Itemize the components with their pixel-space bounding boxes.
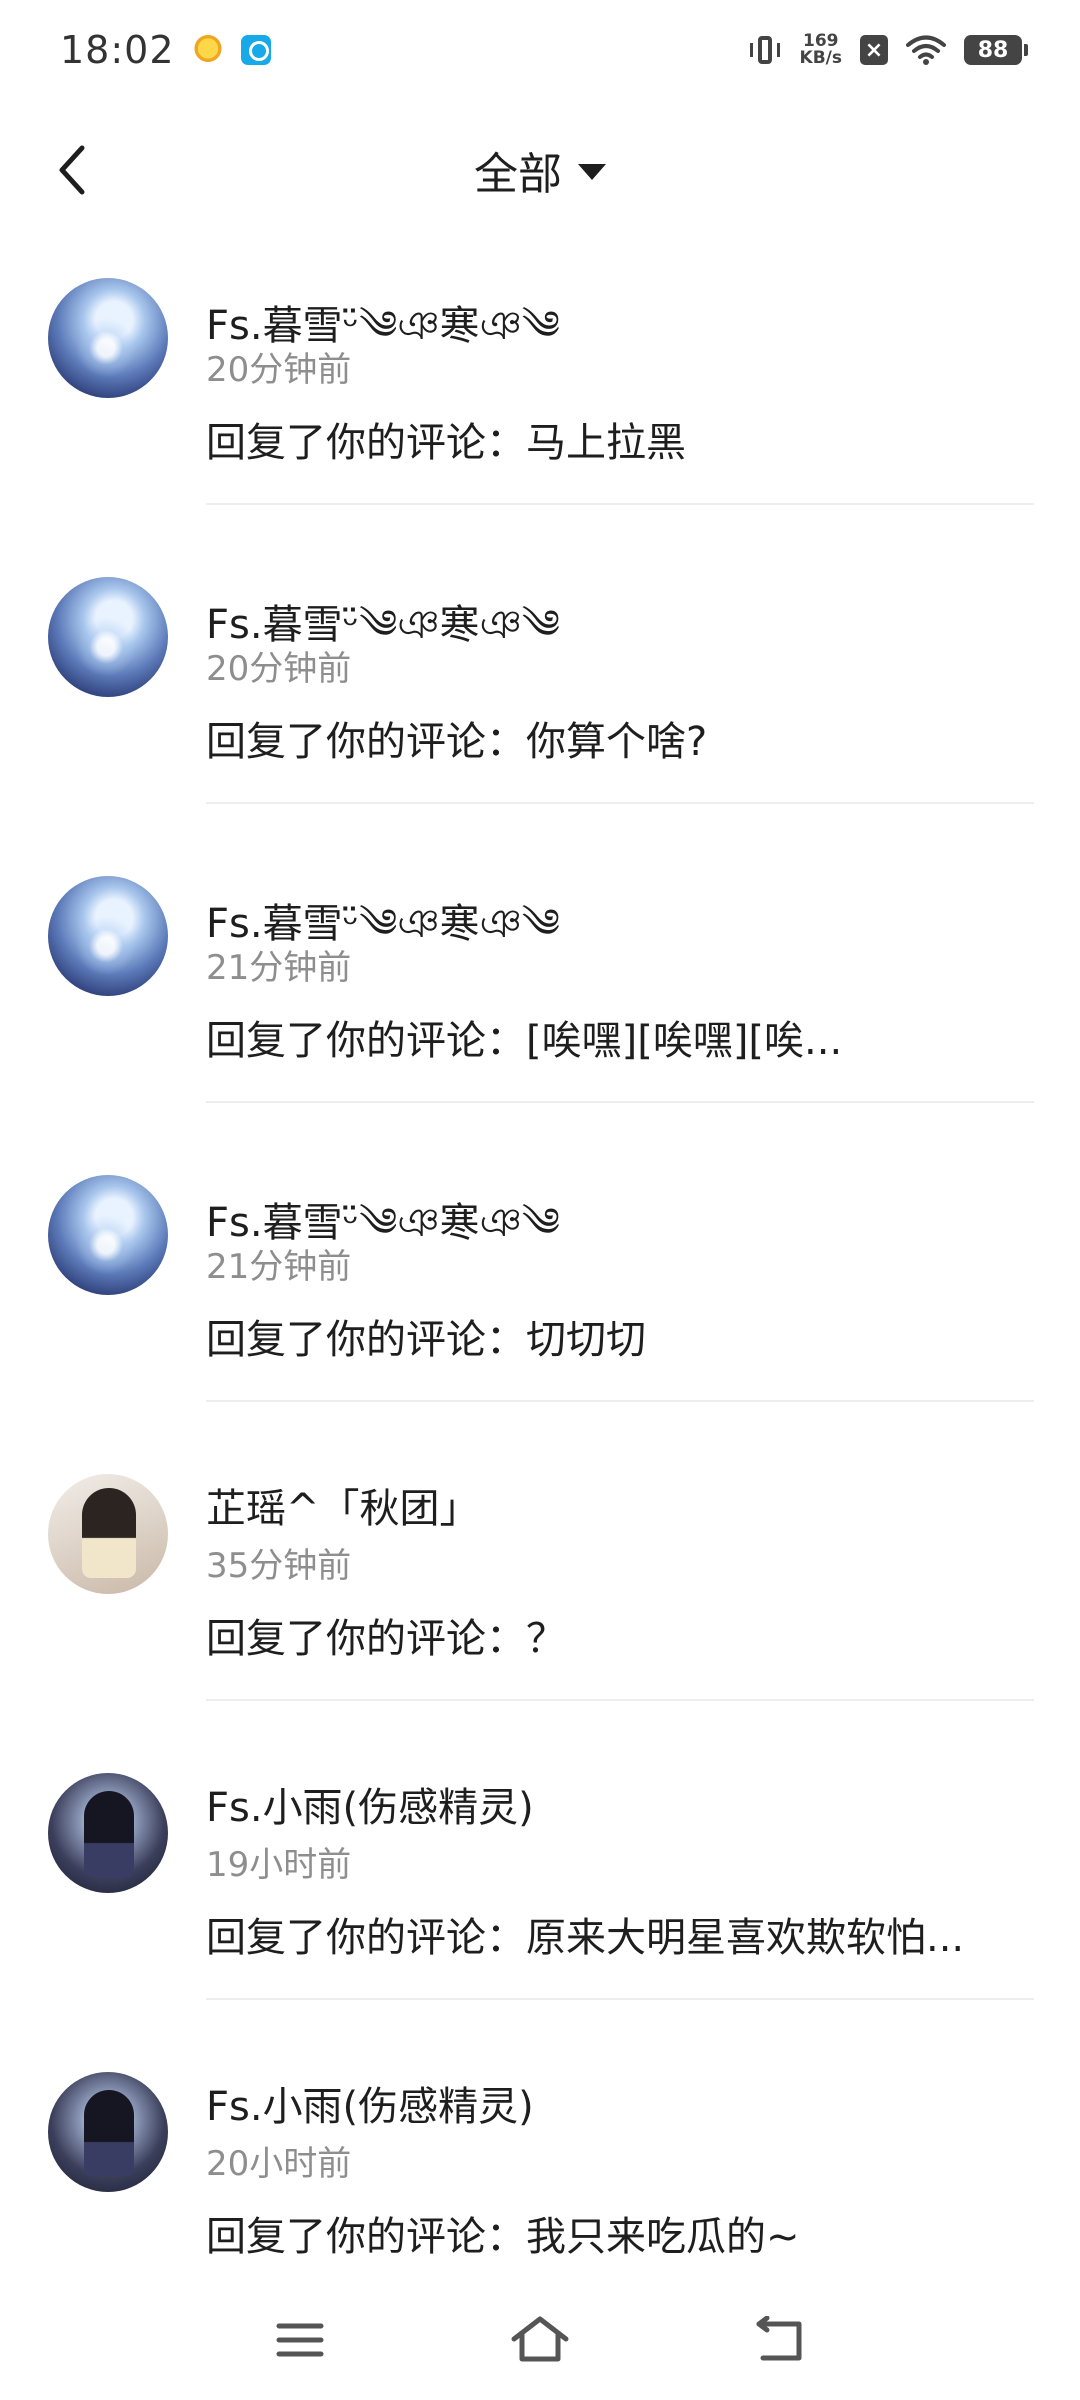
network-speed-unit: KB/s: [799, 48, 842, 68]
time-ago: 35分钟前: [206, 1546, 352, 1586]
avatar[interactable]: [48, 1773, 168, 1893]
time-ago: 20小时前: [206, 2144, 352, 2184]
divider: [206, 1699, 1034, 1701]
avatar[interactable]: [48, 577, 168, 697]
time-ago: 21分钟前: [206, 1247, 352, 1287]
avatar[interactable]: [48, 1474, 168, 1594]
divider: [206, 503, 1034, 505]
username[interactable]: Fs.小雨(伤感精灵): [206, 2074, 534, 2132]
page-title: 全部: [474, 149, 562, 200]
list-item[interactable]: Fs.暮雪ᵕ̈༄ঞ寒ঞ༄ 21分钟前 回复了你的评论：切切切: [0, 1155, 1080, 1454]
header: 全部: [0, 110, 1080, 230]
battery-icon: 88: [964, 35, 1028, 65]
reply-text[interactable]: 回复了你的评论：？: [206, 1606, 566, 1664]
system-nav-bar: [0, 2285, 1080, 2395]
time-ago: 20分钟前: [206, 350, 352, 390]
nav-back-button[interactable]: [740, 2305, 820, 2375]
time-ago: 21分钟前: [206, 948, 352, 988]
notification-list: Fs.暮雪ᵕ̈༄ঞ寒ঞ༄ 20分钟前 回复了你的评论：马上拉黑 Fs.暮雪ᵕ̈༄…: [0, 258, 1080, 2351]
username[interactable]: Fs.小雨(伤感精灵): [206, 1775, 534, 1833]
recent-apps-button[interactable]: [260, 2305, 340, 2375]
app-notification-icon-2: [240, 35, 271, 65]
reply-text[interactable]: 回复了你的评论：[唉嘿][唉嘿][唉...: [206, 1008, 842, 1066]
username[interactable]: 芷瑶^「秋团」: [206, 1476, 480, 1534]
caret-down-icon: [578, 164, 606, 180]
vibrate-icon: [748, 33, 782, 67]
reply-text[interactable]: 回复了你的评论：原来大明星喜欢欺软怕...: [206, 1905, 964, 1963]
avatar[interactable]: [48, 278, 168, 398]
reply-text[interactable]: 回复了你的评论：马上拉黑: [206, 410, 686, 468]
list-item[interactable]: Fs.暮雪ᵕ̈༄ঞ寒ঞ༄ 20分钟前 回复了你的评论：马上拉黑: [0, 258, 1080, 557]
divider: [206, 1400, 1034, 1402]
status-right: 169 KB/s × 88: [748, 33, 1028, 67]
time-ago: 20分钟前: [206, 649, 352, 689]
divider: [206, 1998, 1034, 2000]
reply-text[interactable]: 回复了你的评论：你算个啥?: [206, 709, 707, 767]
status-left: 18:02: [60, 28, 271, 72]
list-item[interactable]: Fs.暮雪ᵕ̈༄ঞ寒ঞ༄ 21分钟前 回复了你的评论：[唉嘿][唉嘿][唉...: [0, 856, 1080, 1155]
list-item[interactable]: Fs.暮雪ᵕ̈༄ঞ寒ঞ༄ 20分钟前 回复了你的评论：你算个啥?: [0, 557, 1080, 856]
home-icon: [511, 2316, 569, 2362]
app-notification-icon: [192, 35, 223, 65]
divider: [206, 802, 1034, 804]
avatar[interactable]: [48, 876, 168, 996]
menu-icon: [276, 2323, 324, 2357]
filter-dropdown[interactable]: 全部: [0, 138, 1080, 202]
network-speed: 169 KB/s: [800, 33, 842, 67]
reply-text[interactable]: 回复了你的评论：切切切: [206, 1307, 646, 1365]
status-time: 18:02: [60, 28, 175, 72]
wifi-icon: [906, 35, 946, 65]
status-bar: 18:02 169 KB/s × 88: [0, 0, 1080, 100]
avatar[interactable]: [48, 1175, 168, 1295]
avatar[interactable]: [48, 2072, 168, 2192]
list-item[interactable]: 芷瑶^「秋团」 35分钟前 回复了你的评论：？: [0, 1454, 1080, 1753]
time-ago: 19小时前: [206, 1845, 352, 1885]
reply-text[interactable]: 回复了你的评论：我只来吃瓜的~: [206, 2204, 800, 2262]
list-item[interactable]: Fs.小雨(伤感精灵) 19小时前 回复了你的评论：原来大明星喜欢欺软怕...: [0, 1753, 1080, 2052]
divider: [206, 1101, 1034, 1103]
no-sim-icon: ×: [860, 35, 888, 65]
home-button[interactable]: [500, 2305, 580, 2375]
back-arrow-icon: [756, 2316, 802, 2361]
